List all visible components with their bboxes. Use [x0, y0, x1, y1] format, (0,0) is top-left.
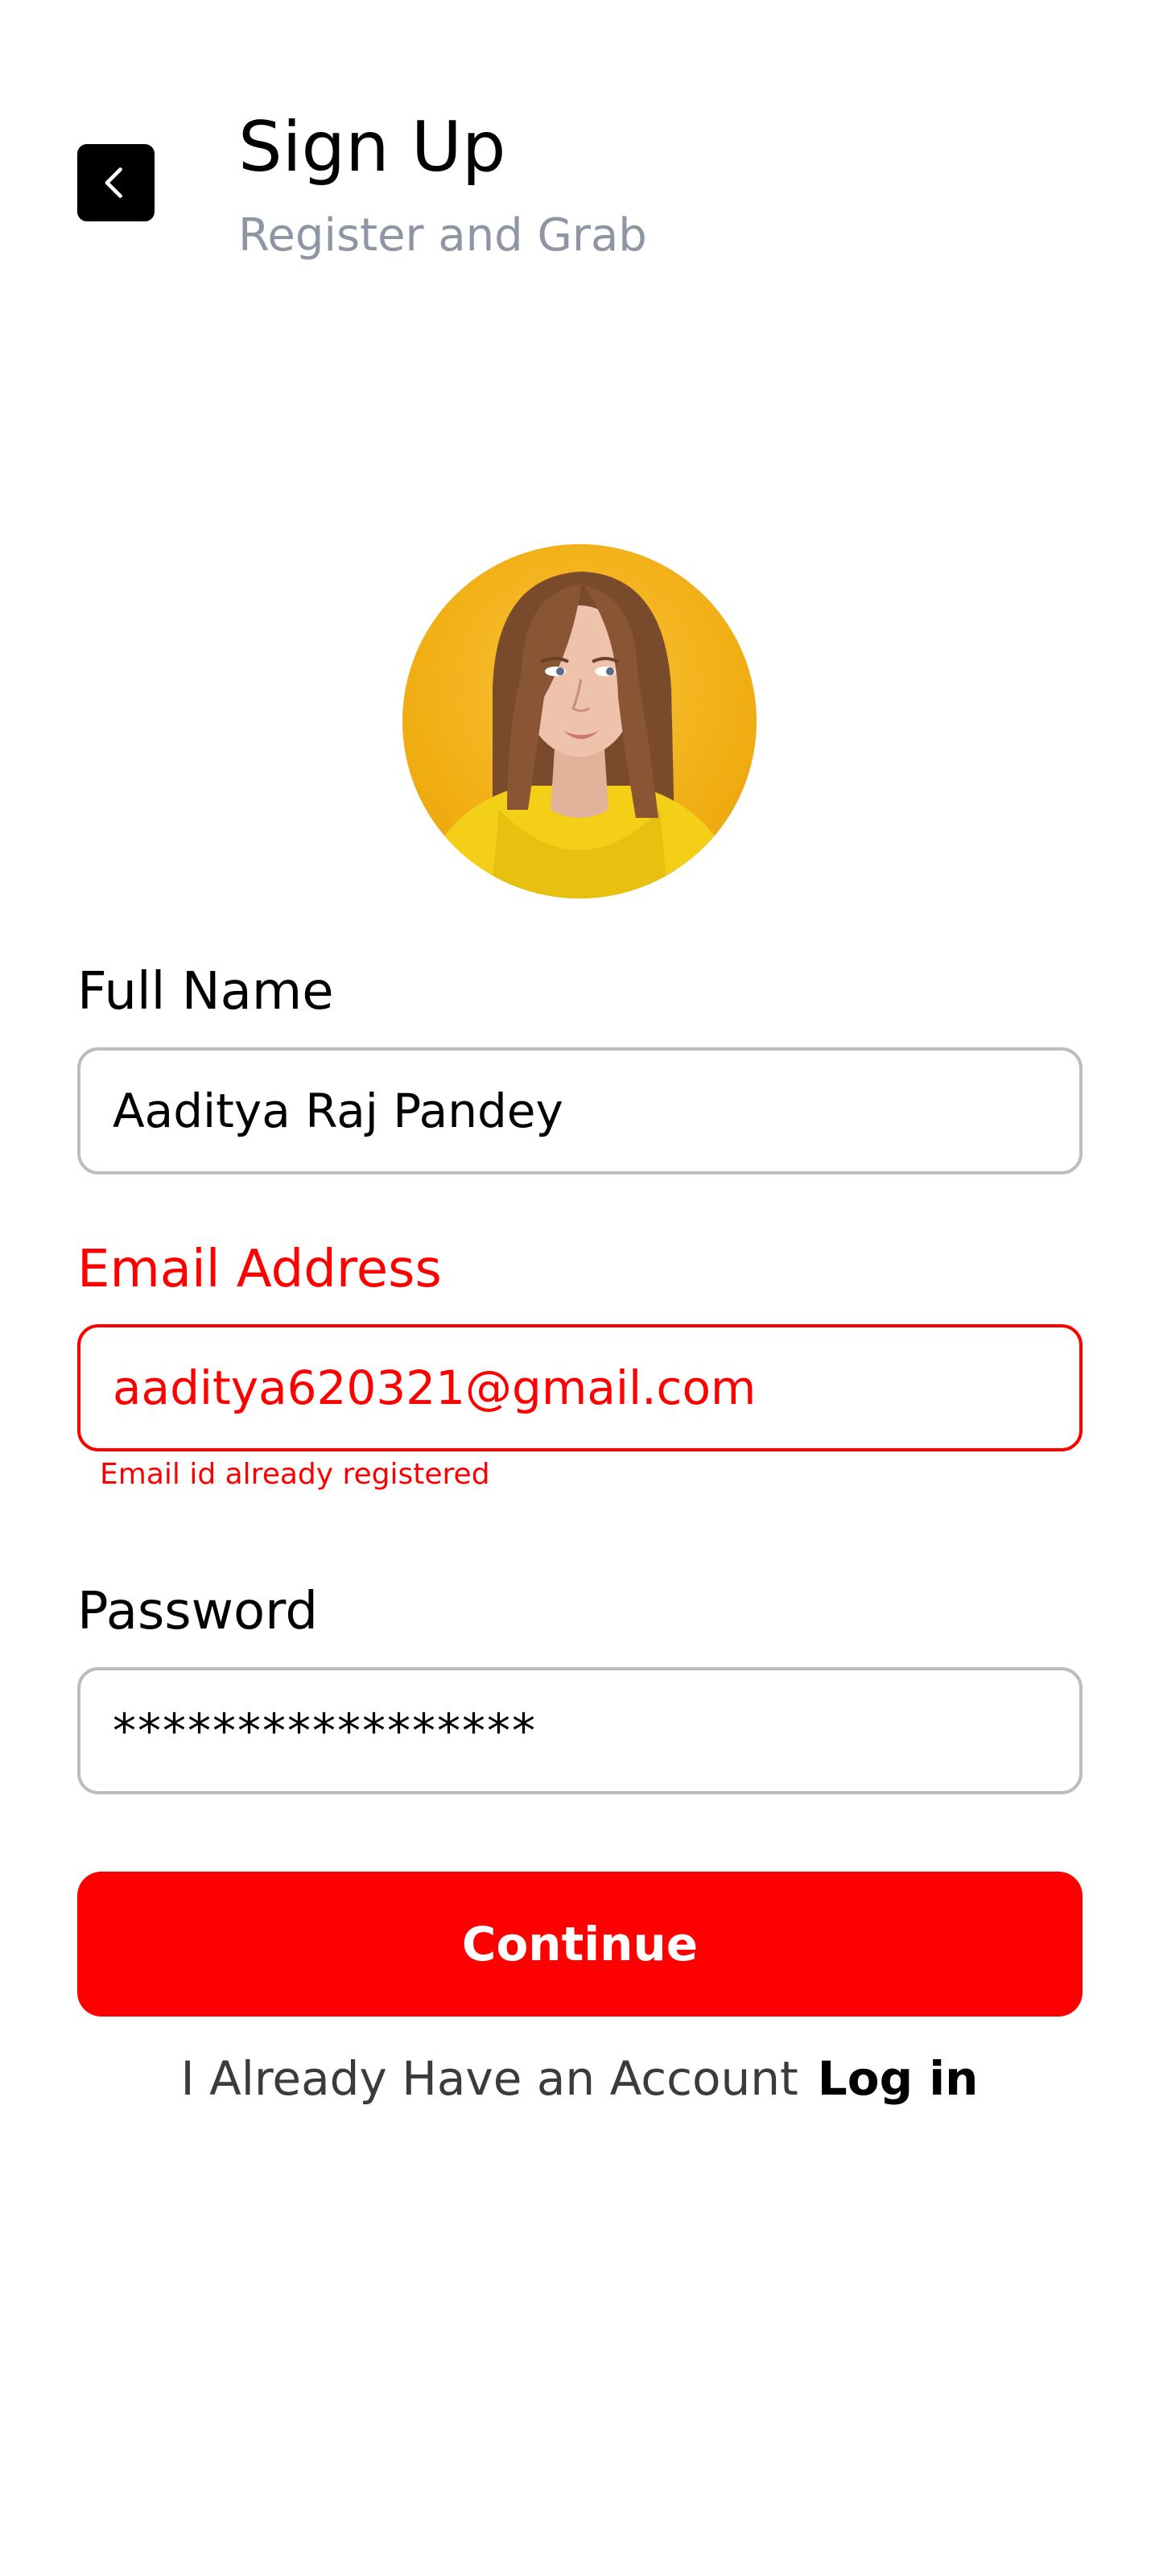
email-value: aaditya620321@gmail.com: [113, 1360, 757, 1415]
chevron-left-icon: [105, 167, 122, 198]
page-title: Sign Up: [238, 107, 506, 188]
login-prompt: I Already Have an Account: [180, 2051, 798, 2106]
continue-button[interactable]: Continue: [77, 1872, 1083, 2017]
full-name-label: Full Name: [77, 962, 334, 1022]
password-value: *****************: [113, 1703, 537, 1758]
continue-button-label: Continue: [461, 1917, 699, 1971]
password-label: Password: [77, 1582, 318, 1641]
sign-up-screen: Sign Up Register and Grab Full Name Aadi…: [0, 0, 1159, 2576]
full-name-field[interactable]: Aaditya Raj Pandey: [77, 1047, 1083, 1174]
login-row: I Already Have an Account Log in: [0, 2046, 1159, 2111]
profile-photo: [419, 572, 740, 898]
email-field[interactable]: aaditya620321@gmail.com: [77, 1324, 1083, 1451]
email-label: Email Address: [77, 1240, 442, 1299]
back-button[interactable]: [77, 144, 155, 221]
page-subtitle: Register and Grab: [238, 209, 647, 262]
avatar[interactable]: [402, 544, 757, 898]
full-name-value: Aaditya Raj Pandey: [113, 1084, 563, 1138]
email-error-message: Email id already registered: [100, 1458, 490, 1491]
login-link[interactable]: Log in: [818, 2046, 979, 2111]
password-field[interactable]: *****************: [77, 1667, 1083, 1794]
